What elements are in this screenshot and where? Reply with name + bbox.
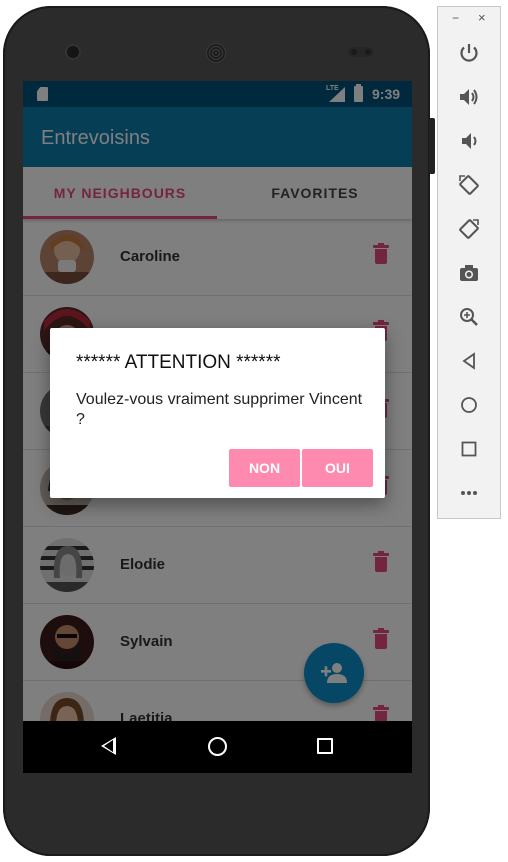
dialog-negative-button[interactable]: NON	[229, 449, 300, 487]
toolbar-window-controls: − ×	[438, 7, 500, 33]
navigation-bar	[23, 721, 412, 773]
camera-icon[interactable]	[457, 261, 481, 285]
volume-up-icon[interactable]	[457, 85, 481, 109]
front-camera	[67, 46, 79, 58]
dialog-positive-button[interactable]: OUI	[302, 449, 373, 487]
delete-confirm-dialog: ****** ATTENTION ****** Voulez-vous vrai…	[50, 328, 385, 498]
emulator-stage: LTE 9:39 Entrevoisins MY NEIGHBOURS FAVO…	[0, 0, 508, 862]
device-screen: LTE 9:39 Entrevoisins MY NEIGHBOURS FAVO…	[23, 81, 412, 773]
volume-down-icon[interactable]	[457, 129, 481, 153]
zoom-icon[interactable]	[457, 305, 481, 329]
home-icon[interactable]	[208, 737, 227, 756]
proximity-sensor	[348, 47, 374, 57]
back-icon[interactable]	[457, 349, 481, 373]
close-button[interactable]: ×	[478, 10, 486, 25]
home-icon[interactable]	[457, 393, 481, 417]
dialog-message: Voulez-vous vraiment supprimer Vincent ?	[76, 391, 363, 428]
more-icon[interactable]	[457, 481, 481, 505]
earpiece-speaker	[206, 43, 226, 63]
dialog-title: ****** ATTENTION ******	[76, 352, 281, 373]
overview-icon[interactable]	[457, 437, 481, 461]
power-icon[interactable]	[457, 41, 481, 65]
rotate-left-icon[interactable]	[457, 173, 481, 197]
emulator-toolbar: − ×	[437, 6, 501, 519]
rotate-right-icon[interactable]	[457, 217, 481, 241]
device-frame: LTE 9:39 Entrevoisins MY NEIGHBOURS FAVO…	[3, 6, 435, 856]
device-power-key	[429, 118, 435, 174]
minimize-button[interactable]: −	[452, 11, 459, 25]
back-icon[interactable]	[101, 737, 116, 755]
recents-icon[interactable]	[317, 738, 333, 754]
